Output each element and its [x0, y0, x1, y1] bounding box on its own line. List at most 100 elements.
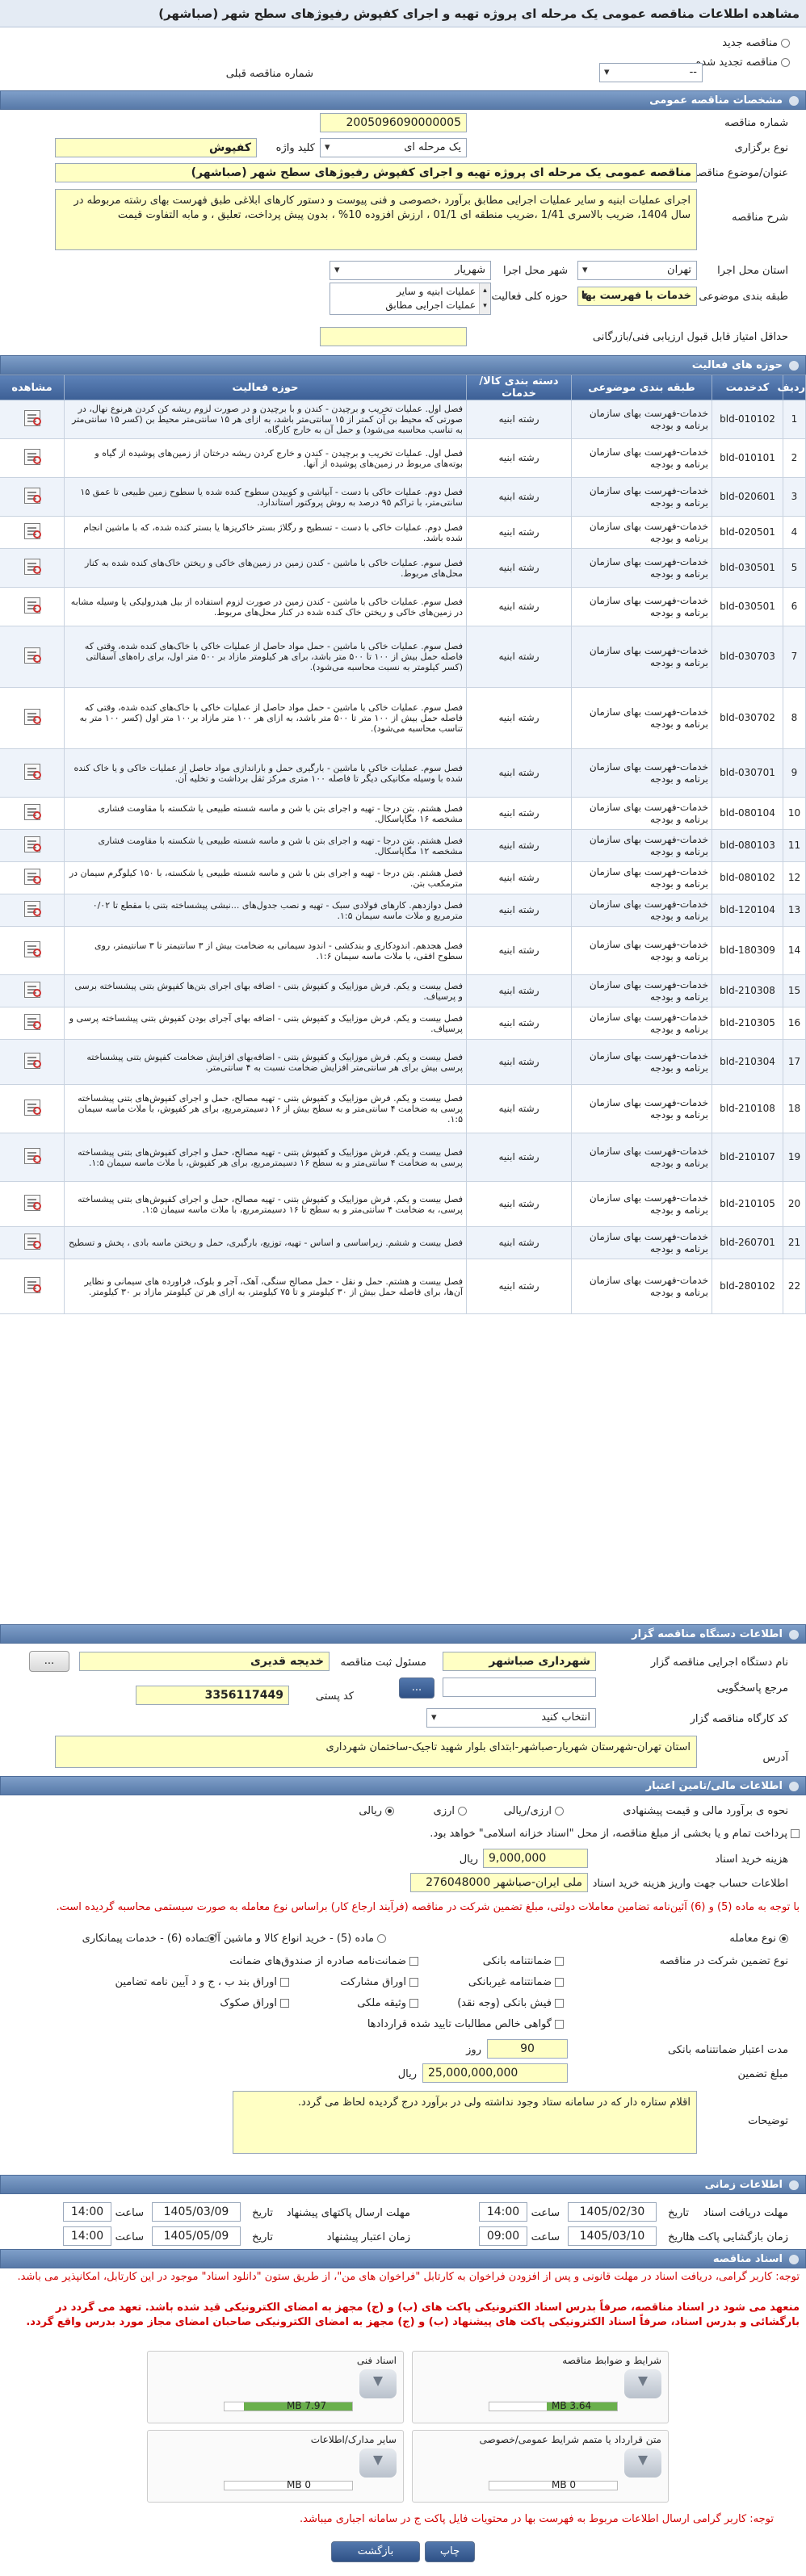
view-document-icon[interactable] — [23, 981, 41, 998]
item-row: 11 bld-080103 خدمات-فهرست بهای سازمان برنا… — [0, 829, 806, 862]
item-desc: فصل بیست و یکم. فرش موزاییک و کفپوش بتنی… — [64, 1181, 467, 1227]
item-group: رشته ابنیه — [466, 1084, 572, 1133]
prev-tender-select[interactable]: -- — [599, 63, 703, 82]
treasury-label: پرداخت تمام و یا بخشی از مبلغ مناقصه، از… — [430, 1828, 787, 1840]
postal-field: 3356117449 — [136, 1686, 289, 1705]
guarantee-opt[interactable]: اوراق مشارکت — [340, 1976, 418, 1988]
guarantee-opt[interactable]: ضمانت‌نامه صادره از صندوق‌های ضمانت — [229, 1955, 418, 1967]
category-select[interactable]: خدمات با فهرست بها — [577, 287, 697, 306]
scroll-arrows[interactable]: ▴ ▾ — [479, 283, 490, 314]
tender-no-label: شماره مناقصه — [724, 117, 788, 129]
validity-field: 90 — [487, 2039, 568, 2059]
col-code: کدخدمت — [712, 375, 783, 400]
item-code: bld-180309 — [712, 926, 783, 975]
view-document-icon[interactable] — [23, 836, 41, 852]
items-table-wrap: ردیف کدخدمت طبقه بندی موضوعی دسته بندی ک… — [0, 375, 806, 1623]
validity-unit: روز — [466, 2044, 481, 2056]
download-icon[interactable] — [624, 2369, 661, 2398]
view-document-icon[interactable] — [23, 940, 41, 957]
price-opt-both[interactable]: ارزی/ریالی — [504, 1805, 564, 1817]
address-label: آدرس — [762, 1752, 788, 1764]
price-opt-currency[interactable]: ارزی — [434, 1805, 467, 1817]
item-group: رشته ابنیه — [466, 1007, 572, 1040]
scope-item[interactable]: عملیات اجرایی مطابق — [334, 299, 476, 312]
docs-warning: توجه: کاربر گرامی، دریافت اسناد در مهلت … — [17, 2271, 800, 2283]
guarantee-opt[interactable]: گواهی خالص مطالبات تایید شده قراردادها — [367, 2018, 564, 2030]
download-icon[interactable] — [359, 2369, 397, 2398]
view-document-icon[interactable] — [23, 1147, 41, 1164]
official-field: خدیجه قدیری — [79, 1652, 330, 1671]
treasury-check[interactable]: پرداخت تمام و یا بخشی از مبلغ مناقصه، از… — [430, 1828, 800, 1840]
view-document-icon[interactable] — [23, 522, 41, 539]
view-document-icon[interactable] — [23, 597, 41, 614]
view-document-icon[interactable] — [23, 647, 41, 664]
scope-item[interactable]: عملیات ابنیه و سایر — [334, 285, 476, 299]
view-document-icon[interactable] — [23, 448, 41, 465]
download-icon[interactable] — [624, 2448, 661, 2478]
item-code: bld-010102 — [712, 400, 783, 439]
download-icon[interactable] — [359, 2448, 397, 2478]
item-group: رشته ابنیه — [466, 894, 572, 927]
guarantee-opt[interactable]: اوراق صکوک — [220, 1997, 289, 2009]
view-document-icon[interactable] — [23, 868, 41, 885]
unit-select[interactable]: انتخاب کنید — [426, 1708, 596, 1728]
doc-card-title: متن قرارداد یا متمم شرایط عمومی/خصوصی — [479, 2434, 661, 2445]
view-document-icon[interactable] — [23, 763, 41, 780]
view-document-icon[interactable] — [23, 409, 41, 426]
view-document-icon[interactable] — [23, 803, 41, 820]
items-table: ردیف کدخدمت طبقه بندی موضوعی دسته بندی ک… — [0, 375, 806, 1314]
view-document-icon[interactable] — [23, 708, 41, 725]
section-org: اطلاعات دستگاه مناقصه گزار — [0, 1624, 806, 1644]
guarantee-opt[interactable]: ضمانتنامه غیربانکی — [468, 1976, 564, 1988]
city-select[interactable]: شهریار — [330, 261, 491, 280]
guarantee-opt-label: ضمانتنامه غیربانکی — [468, 1976, 552, 1988]
doc-card-technical[interactable]: اسناد فنی 7.97 MB — [147, 2351, 404, 2423]
guarantee-opt[interactable]: وثیقه ملکی — [357, 1997, 418, 2009]
renewed-tender-radio[interactable]: مناقصه تجدید شده — [696, 57, 790, 69]
renewed-tender-label: مناقصه تجدید شده — [695, 57, 778, 69]
guarantee-warning: با توجه به ماده (5) و (6) آئین‌نامه تضام… — [56, 1901, 800, 1913]
view-document-icon[interactable] — [23, 900, 41, 917]
print-button[interactable]: چاپ — [425, 2541, 475, 2562]
deal-type-opt-6[interactable]: ماده (6) - خدمات پیمانکاری — [82, 1933, 216, 1945]
scope-label: حوزه کلی فعالیت — [491, 291, 568, 303]
view-document-icon[interactable] — [23, 1276, 41, 1293]
view-document-icon[interactable] — [23, 558, 41, 575]
item-row: 17 bld-210304 خدمات-فهرست بهای سازمان برنا… — [0, 1039, 806, 1085]
item-category: خدمات-فهرست بهای سازمان برنامه و بودجه — [571, 1181, 712, 1227]
doc-card-terms[interactable]: شرایط و ضوابط مناقصه 3.64 MB — [412, 2351, 669, 2423]
type-select[interactable]: یک مرحله ای — [320, 138, 467, 157]
scope-list[interactable]: عملیات ابنیه و سایر عملیات اجرایی مطابق … — [330, 283, 491, 315]
open-time: 09:00 — [479, 2226, 527, 2246]
guarantee-opt[interactable]: ضمانتنامه بانکی — [483, 1955, 564, 1967]
docs-commitment: منعهد می شود در اسناد مناقصه، صرفاً بدرس… — [26, 2302, 800, 2328]
item-row-number: 22 — [783, 1259, 806, 1314]
item-row-number: 18 — [783, 1084, 806, 1133]
item-category: خدمات-فهرست بهای سازمان برنامه و بودجه — [571, 1007, 712, 1040]
price-opt-rial[interactable]: ریالی — [359, 1805, 394, 1817]
official-more-button[interactable]: ... — [29, 1651, 69, 1672]
item-desc: فصل سوم. عملیات خاکی با ماشین - حمل مواد… — [64, 626, 467, 688]
deal-type-opt-5[interactable]: ماده (5) - خرید انواع کالا و ماشین آلات — [202, 1933, 386, 1945]
item-desc: فصل دوم. عملیات خاکی با دست - تسطیح و رگ… — [64, 516, 467, 549]
new-tender-radio[interactable]: مناقصه جدید — [722, 37, 790, 49]
ref-field — [443, 1678, 596, 1697]
doc-card-contract[interactable]: متن قرارداد یا متمم شرایط عمومی/خصوصی 0 … — [412, 2430, 669, 2503]
province-select[interactable]: تهران — [577, 261, 697, 280]
view-document-icon[interactable] — [23, 487, 41, 504]
view-document-icon[interactable] — [23, 1233, 41, 1250]
guarantee-opt[interactable]: فیش بانکی (وجه نقد) — [457, 1997, 564, 2009]
ref-select-button[interactable]: ... — [399, 1678, 434, 1698]
view-document-icon[interactable] — [23, 1052, 41, 1069]
item-row: 15 bld-210308 خدمات-فهرست بهای سازمان برنا… — [0, 974, 806, 1007]
view-document-icon[interactable] — [23, 1013, 41, 1030]
guarantee-opt[interactable]: اوراق بند ب ، ج و د آیین نامه تضامین — [115, 1976, 289, 1988]
view-document-icon[interactable] — [23, 1099, 41, 1116]
item-group: رشته ابنیه — [466, 829, 572, 862]
view-document-icon[interactable] — [23, 1194, 41, 1211]
item-row-number: 14 — [783, 926, 806, 975]
section-items: حوزه های فعالیت — [0, 355, 806, 375]
doc-card-other[interactable]: سایر مدارک/اطلاعات 0 MB — [147, 2430, 404, 2503]
back-button[interactable]: بازگشت — [331, 2541, 420, 2562]
item-row-number: 4 — [783, 516, 806, 549]
